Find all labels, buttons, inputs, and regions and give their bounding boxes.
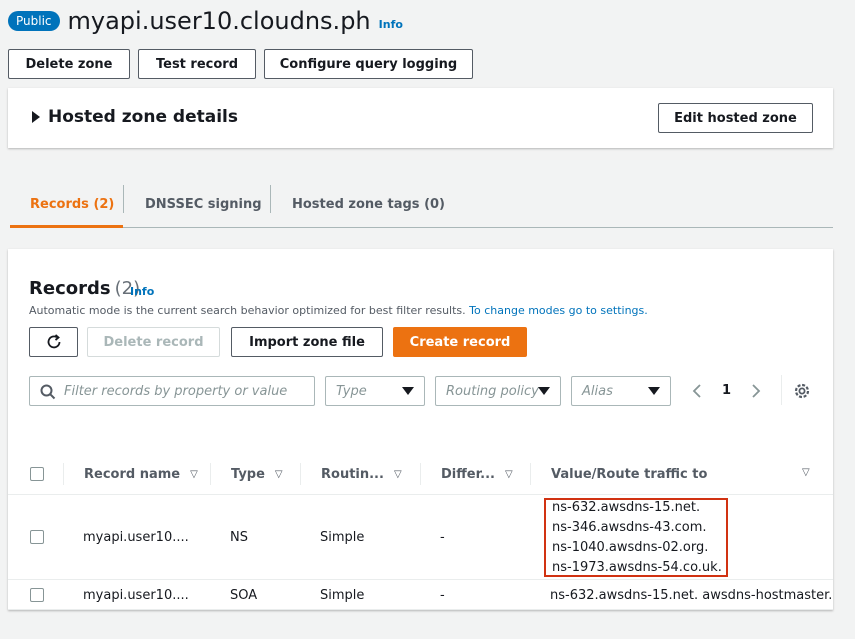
table-row[interactable]: myapi.user10.... SOA Simple - ns-632.aws… bbox=[8, 580, 833, 610]
chevron-down-icon bbox=[538, 387, 550, 395]
highlighted-value-box: ns-632.awsdns-15.net. ns-346.awsdns-43.c… bbox=[544, 498, 728, 577]
records-table-header: Record name ▽ Type ▽ Routin... ▽ Differ... ▽… bbox=[8, 453, 833, 495]
records-panel: Records (2) Info Automatic mode is the cu… bbox=[8, 249, 833, 610]
ns-value-line: ns-1040.awsdns-02.org. bbox=[552, 540, 709, 555]
hosted-zone-details-title[interactable]: Hosted zone details bbox=[48, 107, 238, 127]
record-type-cell: NS bbox=[230, 530, 248, 545]
sort-icon: ▽ bbox=[504, 468, 513, 480]
column-value[interactable]: Value/Route traffic to bbox=[551, 453, 707, 495]
expand-caret-icon[interactable] bbox=[32, 111, 40, 123]
delete-zone-button[interactable]: Delete zone bbox=[8, 49, 130, 79]
column-divider bbox=[420, 463, 421, 485]
ns-value-line: ns-1973.awsdns-54.co.uk. bbox=[552, 560, 722, 575]
column-type[interactable]: Type ▽ bbox=[231, 453, 283, 495]
info-link[interactable]: Info bbox=[379, 18, 403, 31]
column-routing-policy[interactable]: Routin... ▽ bbox=[321, 453, 402, 495]
alias-filter-select[interactable]: Alias bbox=[571, 376, 671, 406]
column-label: Differ... bbox=[441, 466, 495, 482]
tab-records[interactable]: Records (2) bbox=[30, 180, 114, 228]
record-name-cell[interactable]: myapi.user10.... bbox=[83, 588, 189, 603]
search-input[interactable]: Filter records by property or value bbox=[29, 376, 315, 406]
sort-icon: ▽ bbox=[274, 468, 283, 480]
record-name-cell[interactable]: myapi.user10.... bbox=[83, 530, 189, 545]
records-title: Records bbox=[29, 278, 111, 299]
tab-hosted-zone-tags[interactable]: Hosted zone tags (0) bbox=[292, 180, 445, 228]
select-all-checkbox[interactable] bbox=[30, 467, 44, 481]
chevron-down-icon bbox=[402, 387, 414, 395]
type-filter-select[interactable]: Type bbox=[325, 376, 425, 406]
tab-bar: Records (2) DNSSEC signing Hosted zone t… bbox=[10, 180, 833, 228]
settings-link[interactable]: To change modes go to settings. bbox=[469, 304, 648, 317]
test-record-button[interactable]: Test record bbox=[138, 49, 256, 79]
routing-policy-filter-label: Routing policy bbox=[446, 383, 539, 399]
routing-policy-cell: Simple bbox=[320, 588, 365, 603]
sort-icon: ▽ bbox=[190, 468, 198, 480]
search-placeholder: Filter records by property or value bbox=[64, 383, 288, 399]
type-filter-label: Type bbox=[336, 383, 367, 399]
alias-filter-label: Alias bbox=[582, 383, 613, 399]
column-divider bbox=[210, 463, 211, 485]
page-header: Public myapi.user10.cloudns.ph Info bbox=[8, 4, 403, 38]
column-divider bbox=[300, 463, 301, 485]
column-label: Routin... bbox=[321, 466, 384, 482]
column-divider bbox=[530, 463, 531, 485]
column-label: Type bbox=[231, 466, 265, 482]
column-record-name[interactable]: Record name ▽ bbox=[84, 453, 198, 495]
pagination-divider bbox=[781, 375, 782, 405]
search-mode-text: Automatic mode is the current search beh… bbox=[29, 304, 466, 317]
configure-query-logging-button[interactable]: Configure query logging bbox=[264, 49, 473, 79]
row-checkbox[interactable] bbox=[30, 530, 44, 544]
tab-divider bbox=[270, 185, 271, 213]
create-record-button[interactable]: Create record bbox=[393, 327, 527, 357]
refresh-button[interactable] bbox=[29, 327, 78, 357]
current-page-number[interactable]: 1 bbox=[722, 383, 731, 398]
ns-value-line: ns-346.awsdns-43.com. bbox=[552, 520, 707, 535]
import-zone-file-button[interactable]: Import zone file bbox=[231, 327, 383, 357]
records-info-link[interactable]: Info bbox=[130, 285, 154, 298]
differentiator-cell: - bbox=[440, 530, 445, 545]
refresh-icon bbox=[47, 334, 60, 349]
sort-icon[interactable]: ▽ bbox=[802, 467, 810, 478]
page-title: myapi.user10.cloudns.ph bbox=[67, 7, 371, 35]
active-tab-indicator bbox=[10, 225, 123, 228]
next-page-icon[interactable] bbox=[750, 383, 762, 399]
settings-gear-icon[interactable] bbox=[793, 382, 811, 400]
soa-value-cell: ns-632.awsdns-15.net. awsdns-hostmaster.… bbox=[550, 588, 833, 603]
column-label: Value/Route traffic to bbox=[551, 466, 708, 482]
routing-policy-filter-select[interactable]: Routing policy bbox=[435, 376, 561, 406]
edit-hosted-zone-button[interactable]: Edit hosted zone bbox=[658, 103, 813, 133]
column-label: Record name bbox=[84, 466, 181, 482]
search-mode-description: Automatic mode is the current search beh… bbox=[29, 304, 648, 317]
chevron-down-icon bbox=[648, 387, 660, 395]
column-differentiator[interactable]: Differ... ▽ bbox=[441, 453, 513, 495]
row-checkbox[interactable] bbox=[30, 588, 44, 602]
differentiator-cell: - bbox=[440, 588, 445, 603]
ns-value-line: ns-632.awsdns-15.net. bbox=[552, 500, 701, 515]
delete-record-button[interactable]: Delete record bbox=[87, 327, 220, 357]
record-type-cell: SOA bbox=[230, 588, 258, 603]
public-badge: Public bbox=[8, 11, 60, 31]
tab-dnssec-signing[interactable]: DNSSEC signing bbox=[145, 180, 262, 228]
routing-policy-cell: Simple bbox=[320, 530, 365, 545]
sort-icon: ▽ bbox=[393, 468, 402, 480]
tab-divider bbox=[123, 185, 124, 213]
records-heading: Records (2) bbox=[29, 278, 140, 299]
column-divider bbox=[63, 463, 64, 485]
search-icon bbox=[40, 384, 56, 400]
previous-page-icon[interactable] bbox=[691, 383, 703, 399]
hosted-zone-details-panel: Hosted zone details Edit hosted zone bbox=[8, 88, 833, 148]
